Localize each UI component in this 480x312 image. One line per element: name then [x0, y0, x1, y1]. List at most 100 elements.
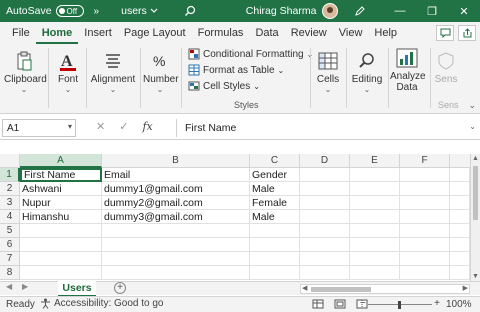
cell[interactable]: Nupur [20, 196, 102, 210]
column-header-a[interactable]: A [20, 154, 102, 168]
cell[interactable] [350, 196, 400, 210]
enter-icon[interactable]: ✓ [119, 120, 128, 133]
cell[interactable] [350, 224, 400, 238]
cell[interactable] [350, 210, 400, 224]
editing-button[interactable]: Editing ⌄ [349, 50, 385, 94]
cells-button[interactable]: Cells ⌄ [314, 50, 342, 94]
cell[interactable] [20, 224, 102, 238]
cell[interactable] [400, 238, 450, 252]
cell[interactable]: Male [250, 210, 300, 224]
cell[interactable] [20, 238, 102, 252]
cell[interactable] [102, 266, 250, 280]
cell[interactable] [450, 210, 470, 224]
cell[interactable]: dummy3@gmail.com [102, 210, 250, 224]
column-header-b[interactable]: B [102, 154, 250, 168]
cell[interactable] [400, 252, 450, 266]
cell[interactable] [102, 224, 250, 238]
cell[interactable] [400, 168, 450, 182]
sheet-tab-users[interactable]: Users [58, 281, 96, 297]
cell[interactable] [20, 252, 102, 266]
cell[interactable] [450, 252, 470, 266]
cell[interactable]: Male [250, 182, 300, 196]
row-header-8[interactable]: 8 [0, 266, 20, 280]
cell[interactable] [300, 168, 350, 182]
cell[interactable] [350, 168, 400, 182]
scroll-left-icon[interactable]: ◀ [302, 284, 307, 292]
row-header-4[interactable]: 4 [0, 210, 20, 224]
quick-access-more[interactable]: » [94, 6, 100, 17]
pen-icon[interactable] [354, 5, 366, 17]
tab-file[interactable]: File [6, 22, 36, 44]
horizontal-scrollbar[interactable]: ◀ ▶ [300, 284, 470, 294]
restore-button[interactable]: ❐ [416, 5, 448, 18]
prev-sheet-icon[interactable]: ◀ [6, 282, 12, 291]
cancel-icon[interactable]: ✕ [96, 120, 105, 133]
cell[interactable]: dummy1@gmail.com [102, 182, 250, 196]
normal-view-icon[interactable] [312, 299, 324, 309]
name-box[interactable]: A1 ▾ [2, 119, 76, 137]
cell[interactable] [350, 182, 400, 196]
cell[interactable]: Female [250, 196, 300, 210]
tab-data[interactable]: Data [249, 22, 284, 44]
cell[interactable] [250, 252, 300, 266]
row-header-6[interactable]: 6 [0, 238, 20, 252]
zoom-slider[interactable]: − + [360, 298, 440, 310]
cell[interactable]: Ashwani [20, 182, 102, 196]
column-header-overflow[interactable] [450, 154, 470, 168]
row-header-3[interactable]: 3 [0, 196, 20, 210]
cell[interactable] [450, 168, 470, 182]
expand-formula-bar-icon[interactable]: ⌄ [469, 122, 476, 131]
cell[interactable] [300, 266, 350, 280]
row-header-5[interactable]: 5 [0, 224, 20, 238]
cell[interactable] [350, 238, 400, 252]
cell[interactable] [102, 238, 250, 252]
cell[interactable] [400, 266, 450, 280]
cell[interactable] [102, 252, 250, 266]
tab-insert[interactable]: Insert [78, 22, 118, 44]
zoom-in-button[interactable]: + [434, 298, 440, 309]
insert-function-icon[interactable]: fx [142, 120, 152, 133]
analyze-data-button[interactable]: Analyze Data [390, 47, 426, 93]
zoom-out-button[interactable]: − [360, 298, 366, 309]
cell[interactable] [300, 252, 350, 266]
collapse-ribbon-icon[interactable]: ⌄ [468, 100, 476, 111]
scroll-thumb[interactable] [473, 166, 478, 220]
alignment-button[interactable]: Alignment ⌄ [90, 50, 136, 94]
select-all-corner[interactable] [0, 154, 20, 168]
cell[interactable] [450, 266, 470, 280]
search-icon[interactable] [184, 5, 196, 17]
comments-button[interactable] [436, 25, 454, 41]
row-header-1[interactable]: 1 [0, 168, 20, 182]
cell[interactable] [400, 210, 450, 224]
number-button[interactable]: % Number ⌄ [143, 50, 179, 94]
row-header-2[interactable]: 2 [0, 182, 20, 196]
cell[interactable] [450, 238, 470, 252]
tab-view[interactable]: View [333, 22, 369, 44]
cell[interactable]: Himanshu [20, 210, 102, 224]
vertical-scrollbar[interactable]: ▲ ▼ [470, 154, 480, 281]
cell[interactable] [300, 210, 350, 224]
cell[interactable] [20, 266, 102, 280]
cell[interactable] [450, 224, 470, 238]
cell[interactable] [400, 196, 450, 210]
cell[interactable] [250, 266, 300, 280]
close-button[interactable]: ✕ [448, 5, 480, 18]
cell[interactable] [350, 266, 400, 280]
avatar[interactable] [322, 3, 339, 19]
page-layout-view-icon[interactable] [334, 299, 346, 309]
conditional-formatting-button[interactable]: Conditional Formatting ⌄ [188, 48, 313, 60]
zoom-level[interactable]: 100% [446, 299, 472, 310]
cell[interactable] [400, 182, 450, 196]
minimize-button[interactable]: — [384, 5, 416, 18]
scroll-thumb[interactable] [311, 287, 371, 292]
accessibility-status[interactable]: Accessibility: Good to go [40, 298, 164, 309]
column-header-e[interactable]: E [350, 154, 400, 168]
cell[interactable] [300, 196, 350, 210]
file-name[interactable]: users [121, 5, 158, 17]
column-header-f[interactable]: F [400, 154, 450, 168]
spreadsheet-grid[interactable]: A B C D E F 1 2 3 4 5 6 7 8 First Name Em… [0, 154, 470, 281]
tab-review[interactable]: Review [285, 22, 333, 44]
cell[interactable] [450, 196, 470, 210]
zoom-knob[interactable] [398, 301, 401, 309]
cell[interactable]: Gender [250, 168, 300, 182]
